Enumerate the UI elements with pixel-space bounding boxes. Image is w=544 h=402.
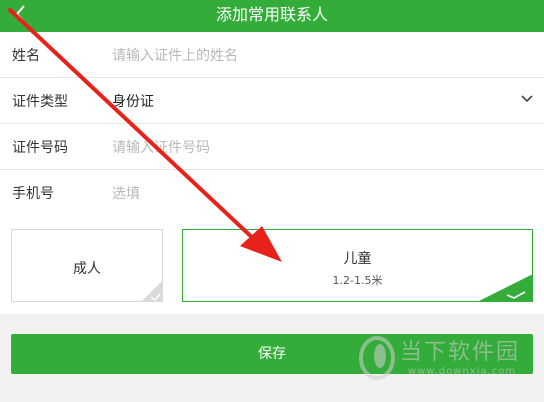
name-row[interactable]: 姓名 请输入证件上的姓名 (0, 32, 544, 78)
id-number-row[interactable]: 证件号码 请输入证件号码 (0, 124, 544, 170)
adult-option-label: 成人 (73, 261, 101, 277)
watermark-url: www.downxia.com (408, 366, 517, 377)
adult-option[interactable]: 成人 (11, 229, 163, 302)
chevron-down-icon[interactable] (520, 93, 534, 105)
top-bar: 添加常用联系人 (0, 0, 544, 32)
phone-row[interactable]: 手机号 选填 (0, 170, 544, 216)
selected-check-icon (477, 274, 533, 302)
name-input[interactable]: 请输入证件上的姓名 (112, 45, 238, 65)
passenger-type-selector: 成人 儿童 1.2-1.5米 (0, 215, 544, 314)
unselected-corner-icon (141, 280, 163, 302)
watermark-logo-icon (359, 336, 395, 380)
id-type-select[interactable]: 身份证 (112, 91, 154, 111)
id-type-row[interactable]: 证件类型 身份证 (0, 78, 544, 124)
watermark-text: 当下软件园 (400, 340, 521, 365)
child-option-label: 儿童 (343, 251, 372, 267)
contact-form: 姓名 请输入证件上的姓名 证件类型 身份证 证件号码 请输入证件号码 手机号 选… (0, 32, 544, 215)
phone-input[interactable]: 选填 (112, 183, 140, 203)
id-number-input[interactable]: 请输入证件号码 (112, 137, 210, 157)
page-title: 添加常用联系人 (215, 5, 328, 24)
id-type-label: 证件类型 (12, 94, 68, 110)
id-number-label: 证件号码 (12, 140, 68, 156)
phone-label: 手机号 (12, 186, 54, 202)
name-label: 姓名 (12, 48, 40, 64)
child-option[interactable]: 儿童 1.2-1.5米 (182, 229, 533, 302)
watermark: 当下软件园 www.downxia.com (356, 334, 536, 384)
